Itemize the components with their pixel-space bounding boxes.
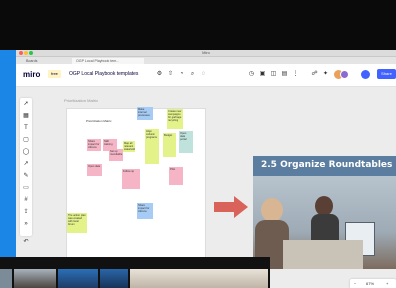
sticky-note[interactable]: Share impact for citizens	[87, 139, 101, 151]
upload-file-icon[interactable]: ⇪	[22, 208, 30, 216]
title-bar: Miro	[16, 50, 396, 57]
connector-icon[interactable]: ↗	[22, 160, 30, 168]
pen-icon[interactable]: ✎	[22, 172, 30, 180]
notes-icon[interactable]: ▤	[281, 71, 288, 78]
select-icon[interactable]: ➚	[22, 100, 30, 108]
video-tile[interactable]	[0, 269, 12, 288]
arrow-right-icon	[214, 196, 248, 218]
frame-label: Prioritization Matrix	[64, 98, 99, 103]
sticky-note[interactable]: Set up roundtable	[109, 149, 123, 161]
tab-strip: Boards OGP Local Playbook tem...	[16, 57, 396, 64]
roundtable-slide[interactable]: 2.5 Organize Roundtables	[253, 156, 396, 269]
settings-icon[interactable]: ⚙	[156, 71, 163, 78]
sticky-note[interactable]: Map all relevant stakeholders	[123, 141, 135, 152]
zoom-level[interactable]: 67%	[366, 279, 374, 288]
video-tile[interactable]	[100, 269, 128, 288]
left-toolbar: ➚ ▦ T ▢ ◯ ↗ ✎ ▭ # ⇪ »	[20, 98, 32, 236]
sticky-note[interactable]: Create new campaigns for garbage recycli…	[167, 109, 183, 129]
sticky-note[interactable]: Follow up	[122, 169, 140, 189]
zoom-in-button[interactable]: +	[386, 279, 388, 288]
more-tools-icon[interactable]: »	[22, 220, 30, 228]
sticky-note[interactable]: Make internal processes	[137, 107, 153, 120]
present-icon[interactable]: ▣	[259, 71, 266, 78]
miro-toolbar: miro free OGP Local Playbook templates ⚙…	[16, 64, 396, 87]
browser-window: Miro Boards OGP Local Playbook tem... mi…	[16, 50, 396, 288]
slide-header: 2.5 Organize Roundtables	[253, 156, 396, 176]
miro-logo[interactable]: miro	[23, 70, 40, 79]
share-button[interactable]: Share	[377, 69, 396, 79]
more-apps-icon[interactable]: ⋮	[292, 71, 299, 78]
frame-icon[interactable]: #	[22, 196, 30, 204]
slide-title: 2.5 Organize Roundtables	[261, 160, 393, 170]
avatar[interactable]	[340, 70, 349, 79]
user-avatar[interactable]	[361, 70, 370, 79]
video-call-strip	[0, 257, 270, 288]
window-title: Miro	[202, 50, 210, 55]
sticky-note[interactable]: Share impact for citizens	[137, 203, 153, 219]
zoom-controls: − 67% +	[350, 279, 396, 288]
timer-icon[interactable]: ◷	[248, 71, 255, 78]
desktop-background-strip	[0, 50, 16, 288]
sticky-note[interactable]: Align cultural programs	[145, 129, 159, 164]
sticky-note-icon[interactable]: ▢	[22, 136, 30, 144]
bell-icon[interactable]: ◔	[178, 71, 185, 78]
sticky-note[interactable]: Budget	[163, 133, 176, 157]
table	[283, 240, 363, 269]
upload-icon[interactable]: ⇧	[167, 71, 174, 78]
text-icon[interactable]: T	[22, 124, 30, 132]
reactions-icon[interactable]: ☍	[311, 71, 318, 78]
roundtable-photo	[253, 176, 396, 269]
board-name[interactable]: OGP Local Playbook templates	[69, 71, 138, 77]
party-icon[interactable]: ✦	[322, 71, 329, 78]
plan-badge[interactable]: free	[48, 70, 61, 78]
sticky-note[interactable]: Pilot	[169, 167, 183, 185]
video-tile[interactable]	[14, 269, 56, 288]
sticky-note[interactable]: Open data	[87, 164, 102, 176]
undo-icon[interactable]: ↶	[22, 238, 30, 246]
zoom-out-button[interactable]: −	[354, 279, 356, 288]
templates-icon[interactable]: ▦	[22, 112, 30, 120]
sticky-note[interactable]: Open data portal	[179, 131, 193, 153]
person-face	[261, 198, 283, 222]
sticky-note[interactable]: The action plan was created with local f…	[67, 213, 87, 233]
search-icon[interactable]: ⌕	[189, 71, 196, 78]
prioritization-matrix-board[interactable]: Prioritization Matrix Share impact for c…	[66, 107, 206, 258]
shapes-icon[interactable]: ◯	[22, 148, 30, 156]
comment-icon[interactable]: ▭	[22, 184, 30, 192]
comments-icon[interactable]: ◌	[200, 71, 207, 78]
video-icon[interactable]: ◫	[270, 71, 277, 78]
screen-top-bezel	[0, 0, 396, 50]
person-head	[315, 196, 333, 216]
video-tile[interactable]	[58, 269, 98, 288]
matrix-title: Prioritization Matrix	[86, 119, 112, 123]
video-tile[interactable]	[130, 269, 268, 288]
